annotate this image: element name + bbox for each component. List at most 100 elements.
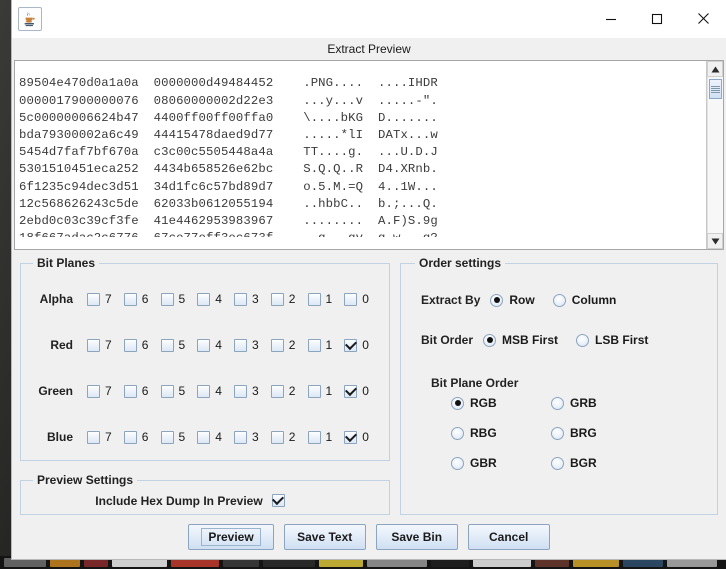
radio-column[interactable] [552,293,566,307]
bit-plane-order-gbr[interactable]: GBR [451,456,533,470]
taskbar-item[interactable] [431,558,469,567]
checkbox-red-bit-4[interactable] [197,338,211,352]
bit-order-msb-first[interactable]: MSB First [483,333,558,347]
scrollbar-track[interactable] [707,77,723,233]
bit-order-lsb-first[interactable]: LSB First [576,333,648,347]
taskbar-item[interactable] [667,558,717,567]
checkbox-alpha-bit-1[interactable] [307,292,321,306]
checkbox-red-bit-5[interactable] [160,338,174,352]
radio-msb-first[interactable] [483,333,497,347]
checkbox-alpha-bit-0[interactable] [344,292,358,306]
taskbar-item[interactable] [50,558,80,567]
taskbar-item[interactable] [171,558,219,567]
button-label: Save Bin [391,530,443,544]
taskbar-item[interactable] [263,558,315,567]
bit-plane-order-brg[interactable]: BRG [551,426,633,440]
bit-plane-order-rbg[interactable]: RBG [451,426,533,440]
close-button[interactable] [680,0,726,38]
extract-by-row[interactable]: Row [490,293,535,307]
checkbox-green-bit-2[interactable] [270,384,284,398]
checkbox-green-bit-0[interactable] [344,384,358,398]
hex-dump-scrollbar[interactable] [706,61,723,249]
bit-index-label: 5 [178,430,186,444]
checkbox-blue-bit-1[interactable] [307,430,321,444]
checkbox-blue-bit-4[interactable] [197,430,211,444]
scroll-down-arrow-icon[interactable] [707,233,723,249]
bit-index-label: 7 [105,430,112,444]
bit-plane-channel-label: Alpha [39,292,73,306]
radio-brg[interactable] [551,426,564,440]
checkbox-red-bit-2[interactable] [270,338,284,352]
minimize-button[interactable] [588,0,634,38]
checkbox-alpha-bit-4[interactable] [197,292,211,306]
taskbar-item[interactable] [319,558,363,567]
radio-row[interactable] [490,293,504,307]
checkbox-red-bit-6[interactable] [123,338,137,352]
checkbox-blue-bit-5[interactable] [160,430,174,444]
taskbar-item[interactable] [367,558,427,567]
checkbox-red-bit-7[interactable] [87,338,100,352]
checkbox-green-bit-3[interactable] [234,384,247,398]
bit-plane-order-label: Bit Plane Order [431,376,519,390]
bit-plane-order-bgr[interactable]: BGR [551,456,633,470]
taskbar-item[interactable] [112,558,167,567]
bit-plane-cell: 5 [160,430,198,444]
include-hex-dump-row[interactable]: Include Hex Dump In Preview [29,487,381,514]
taskbar-item[interactable] [84,558,108,567]
checkbox-blue-bit-6[interactable] [123,430,137,444]
include-hex-dump-label: Include Hex Dump In Preview [95,493,263,508]
checkbox-alpha-bit-6[interactable] [123,292,137,306]
checkbox-blue-bit-0[interactable] [344,430,358,444]
bit-plane-order-options: RGB GRB RBG BRG GBR BGR [451,396,707,470]
checkbox-green-bit-7[interactable] [87,384,100,398]
hex-dump-text[interactable]: 89504e470d0a1a0a 0000000d49484452 .PNG..… [15,73,706,236]
checkbox-red-bit-1[interactable] [307,338,321,352]
radio-label: GBR [470,456,497,470]
cancel-button[interactable]: Cancel [467,524,550,550]
bit-index-label: 4 [215,430,222,444]
checkbox-red-bit-3[interactable] [234,338,247,352]
checkbox-alpha-bit-2[interactable] [270,292,284,306]
radio-lsb-first[interactable] [576,333,590,347]
radio-rgb[interactable] [451,396,464,410]
checkbox-green-bit-6[interactable] [123,384,137,398]
java-coffee-cup-icon [18,6,42,31]
scrollbar-thumb[interactable] [709,79,722,99]
taskbar-item[interactable] [623,558,663,567]
checkbox-alpha-bit-5[interactable] [160,292,174,306]
checkbox-blue-bit-7[interactable] [87,430,100,444]
checkbox-blue-bit-3[interactable] [234,430,247,444]
radio-bgr[interactable] [551,456,564,470]
radio-grb[interactable] [551,396,564,410]
maximize-button[interactable] [634,0,680,38]
checkbox-green-bit-5[interactable] [160,384,174,398]
bit-plane-cell: 0 [344,292,381,306]
bit-index-label: 5 [178,384,186,398]
taskbar-item[interactable] [223,558,259,567]
save-bin-button[interactable]: Save Bin [375,524,458,550]
checkbox-alpha-bit-7[interactable] [87,292,100,306]
hex-dump-pane: 89504e470d0a1a0a 0000000d49484452 .PNG..… [14,60,724,250]
taskbar-item[interactable] [573,558,619,567]
radio-rbg[interactable] [451,426,464,440]
checkbox-green-bit-1[interactable] [307,384,321,398]
radio-label: GRB [570,396,597,410]
taskbar-item[interactable] [535,558,569,567]
checkbox-alpha-bit-3[interactable] [234,292,247,306]
taskbar-item[interactable] [4,558,46,567]
bit-plane-cell: 1 [307,384,345,398]
bit-order-row: Bit Order MSB First LSB First [411,320,707,360]
checkbox-green-bit-4[interactable] [197,384,211,398]
bit-plane-order-grb[interactable]: GRB [551,396,633,410]
include-hex-dump-checkbox[interactable] [271,494,285,507]
scroll-up-arrow-icon[interactable] [707,61,723,77]
preview-button[interactable]: Preview [188,524,274,550]
radio-gbr[interactable] [451,456,464,470]
extract-by-column[interactable]: Column [552,293,616,307]
bit-plane-order-rgb[interactable]: RGB [451,396,533,410]
preview-settings-panel: Preview Settings Include Hex Dump In Pre… [20,473,390,515]
save-text-button[interactable]: Save Text [283,524,366,550]
checkbox-blue-bit-2[interactable] [270,430,284,444]
taskbar-item[interactable] [473,558,531,567]
checkbox-red-bit-0[interactable] [344,338,358,352]
